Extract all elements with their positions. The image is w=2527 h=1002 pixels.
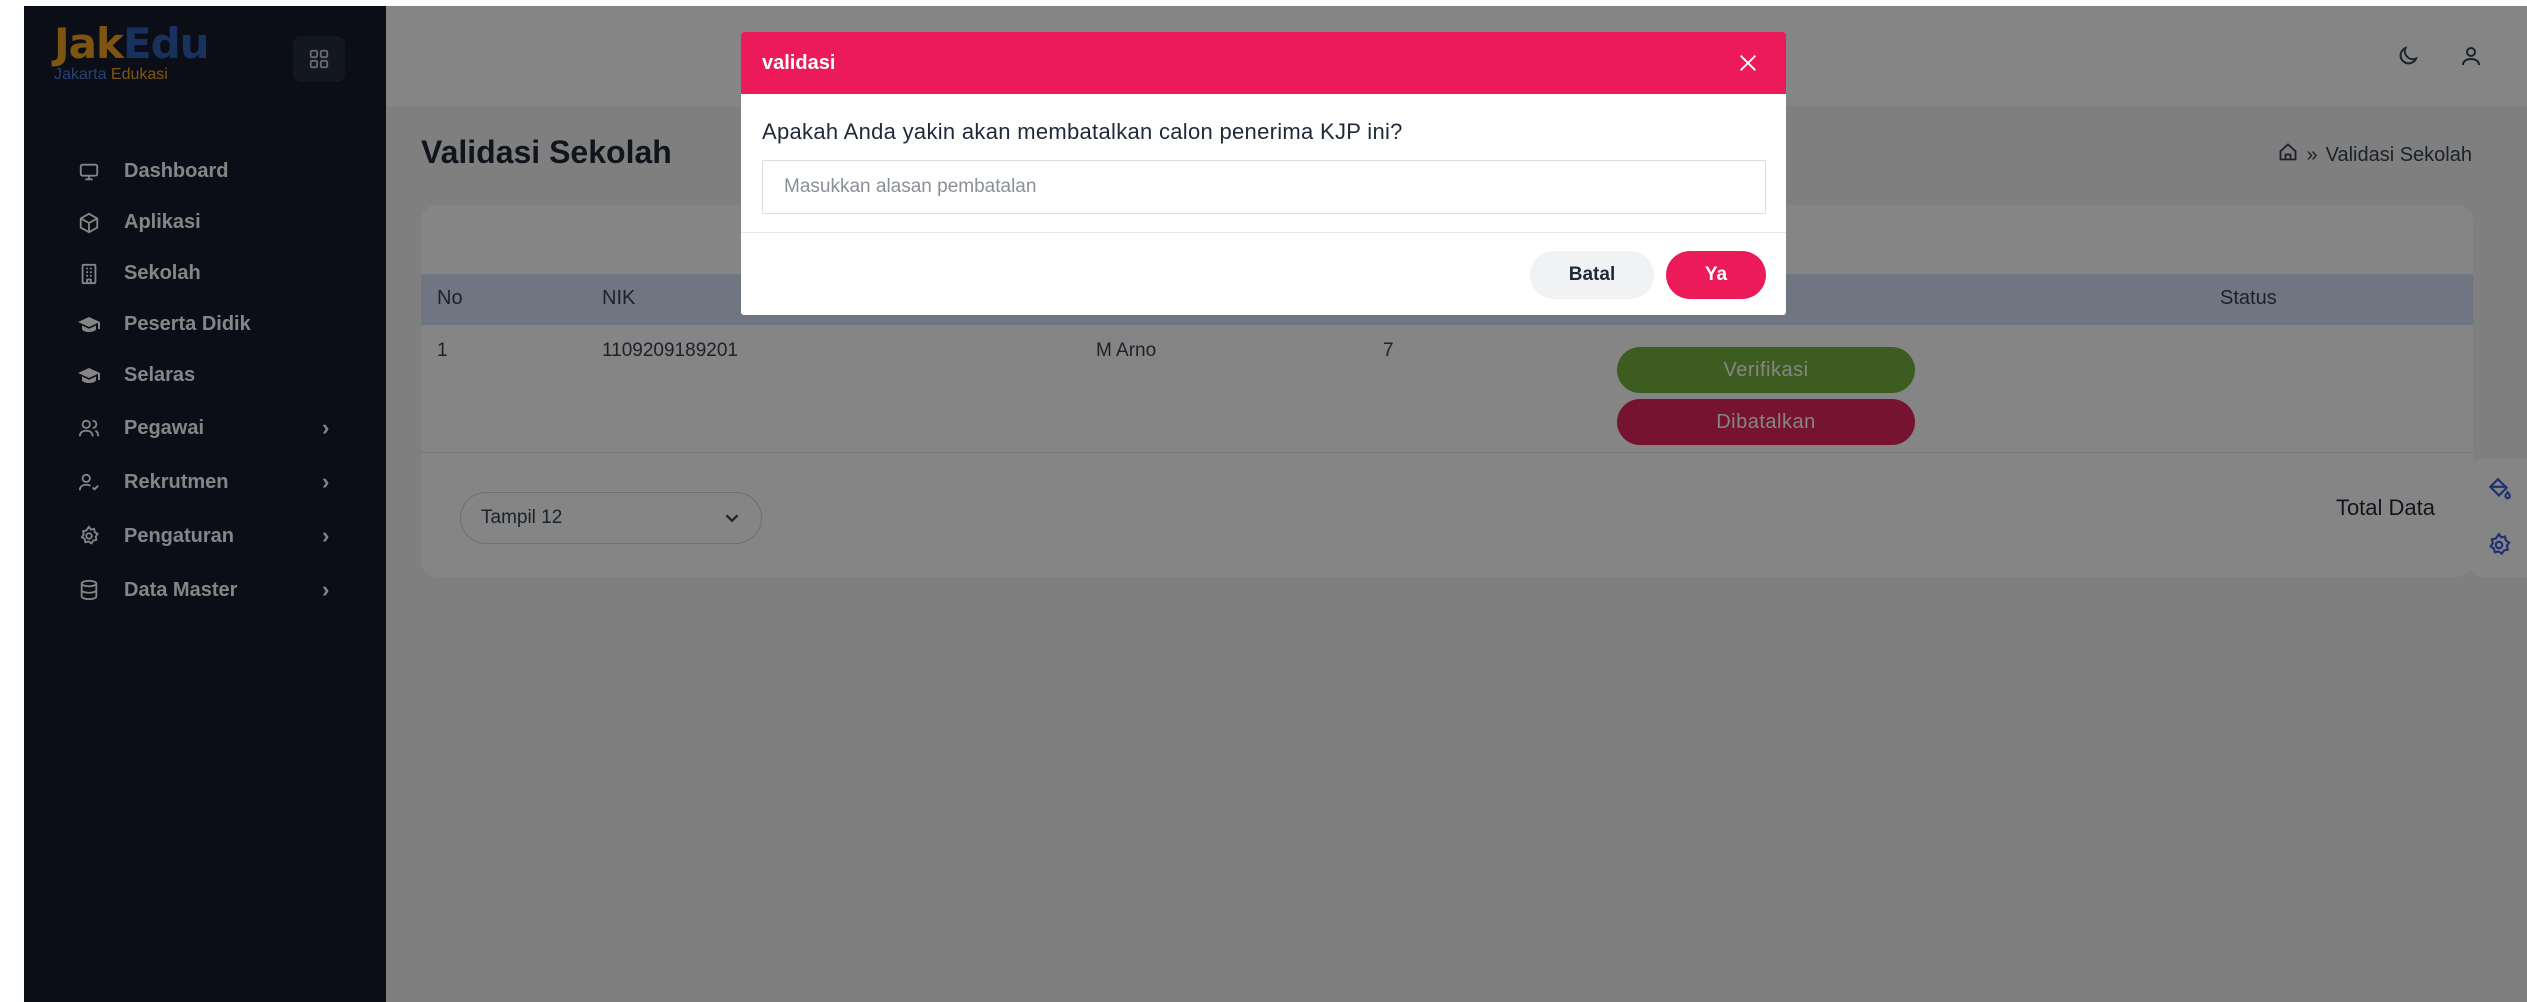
batal-button[interactable]: Batal xyxy=(1530,251,1654,299)
modal-question: Apakah Anda yakin akan membatalkan calon… xyxy=(762,119,1403,144)
close-icon[interactable] xyxy=(1734,49,1762,77)
modal-title: validasi xyxy=(762,52,836,74)
validation-modal: validasi Apakah Anda yakin akan membatal… xyxy=(741,32,1786,315)
modal-divider xyxy=(741,232,1786,233)
app-root: JakEdu Jakarta Edukasi Dashboard Aplikas… xyxy=(24,6,2527,1002)
ya-button[interactable]: Ya xyxy=(1666,251,1766,299)
modal-header: validasi xyxy=(741,32,1786,94)
cancel-reason-input[interactable] xyxy=(762,160,1766,214)
